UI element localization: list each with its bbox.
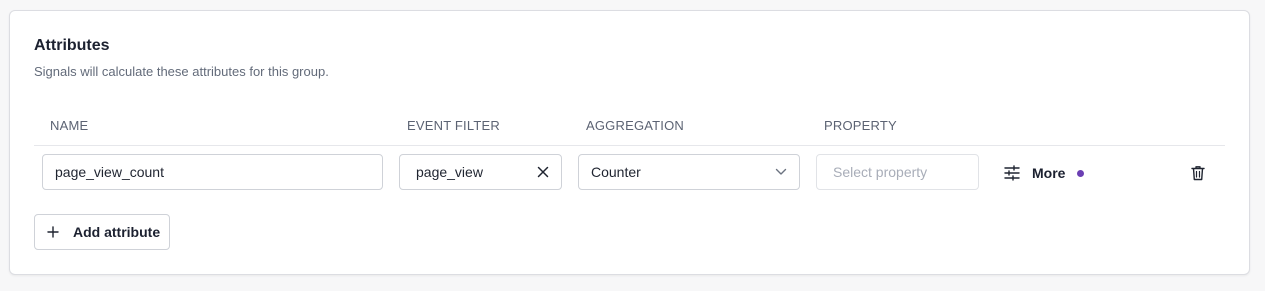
more-label: More xyxy=(1032,165,1066,181)
event-filter-value: page_view xyxy=(416,164,483,180)
delete-attribute-button[interactable] xyxy=(1187,162,1209,184)
aggregation-value: Counter xyxy=(591,164,641,180)
attributes-card: Attributes Signals will calculate these … xyxy=(9,10,1250,275)
event-filter-input[interactable]: page_view xyxy=(399,154,562,190)
plus-icon xyxy=(47,226,59,238)
aggregation-select[interactable]: Counter xyxy=(578,154,800,190)
column-header-name: NAME xyxy=(50,118,89,133)
section-subtitle: Signals will calculate these attributes … xyxy=(34,64,329,79)
header-divider xyxy=(34,145,1225,146)
chevron-down-icon xyxy=(775,168,787,176)
attribute-name-value: page_view_count xyxy=(55,164,164,180)
property-placeholder: Select property xyxy=(833,164,928,180)
section-title: Attributes xyxy=(34,37,110,54)
add-attribute-label: Add attribute xyxy=(73,224,161,240)
property-select[interactable]: Select property xyxy=(816,154,979,190)
add-attribute-button[interactable]: Add attribute xyxy=(34,214,170,250)
column-header-aggregation: AGGREGATION xyxy=(586,118,685,133)
column-header-event-filter: EVENT FILTER xyxy=(407,118,500,133)
more-indicator-dot xyxy=(1077,169,1085,177)
attribute-name-input[interactable]: page_view_count xyxy=(42,154,383,190)
column-header-property: PROPERTY xyxy=(824,118,897,133)
close-icon[interactable] xyxy=(537,166,549,178)
more-options-button[interactable]: More xyxy=(1004,161,1085,185)
sliders-icon xyxy=(1004,165,1020,181)
trash-icon xyxy=(1191,165,1205,181)
